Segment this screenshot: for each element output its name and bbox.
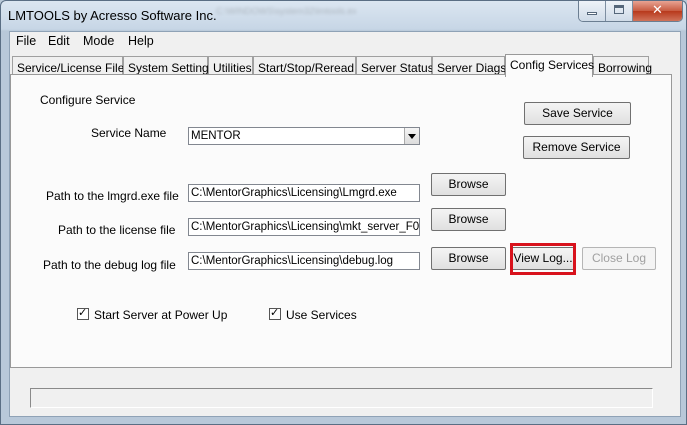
- minimize-icon: [587, 12, 597, 15]
- lmgrd-path-label: Path to the lmgrd.exe file: [46, 189, 179, 203]
- save-service-button[interactable]: Save Service: [524, 102, 631, 125]
- menu-bar: File Edit Mode Help: [10, 32, 680, 51]
- window-title: LMTOOLS by Acresso Software Inc.: [8, 8, 217, 23]
- browse-license-button[interactable]: Browse: [431, 208, 506, 231]
- lmtools-window: LMTOOLS by Acresso Software Inc. C:\WIND…: [0, 0, 687, 425]
- tab-service-license-file[interactable]: Service/License File: [12, 56, 124, 75]
- use-services-checkbox[interactable]: ✓: [269, 306, 281, 320]
- tab-strip: Service/License File System Settings Uti…: [10, 54, 680, 77]
- debug-log-path-input[interactable]: C:\MentorGraphics\Licensing\debug.log: [188, 252, 420, 270]
- tab-start-stop-reread[interactable]: Start/Stop/Reread: [253, 56, 356, 75]
- menu-mode[interactable]: Mode: [83, 34, 114, 48]
- license-path-label: Path to the license file: [58, 223, 176, 237]
- close-log-button: Close Log: [582, 247, 656, 270]
- close-icon: ✕: [652, 3, 663, 18]
- tab-utilities[interactable]: Utilities: [208, 56, 253, 75]
- chevron-down-icon: [408, 134, 416, 139]
- service-name-value: MENTOR: [191, 130, 241, 142]
- menu-file[interactable]: File: [16, 34, 36, 48]
- tab-borrowing[interactable]: Borrowing: [593, 56, 652, 75]
- tab-system-settings[interactable]: System Settings: [123, 56, 215, 75]
- menu-help[interactable]: Help: [128, 34, 154, 48]
- browse-lmgrd-button[interactable]: Browse: [431, 173, 506, 196]
- minimize-button[interactable]: [579, 1, 606, 21]
- license-path-input[interactable]: C:\MentorGraphics\Licensing\mkt_server_F…: [188, 218, 420, 236]
- maximize-icon: [614, 5, 624, 14]
- debug-log-path-label: Path to the debug log file: [43, 258, 176, 272]
- browse-debug-log-button[interactable]: Browse: [431, 247, 506, 270]
- start-server-checkbox[interactable]: ✓: [77, 306, 89, 320]
- configure-service-heading: Configure Service: [40, 93, 136, 107]
- tab-config-services[interactable]: Config Services: [505, 54, 594, 77]
- menu-edit[interactable]: Edit: [48, 34, 70, 48]
- start-server-label: Start Server at Power Up: [94, 308, 228, 322]
- view-log-highlight-box: [510, 243, 576, 275]
- title-overlay-text: C:\WINDOWS\system32\lmtools.exe: [216, 6, 356, 16]
- maximize-button[interactable]: [606, 1, 633, 21]
- use-services-label: Use Services: [286, 308, 357, 322]
- close-button[interactable]: ✕: [633, 1, 682, 21]
- checkmark-icon: ✓: [270, 306, 280, 319]
- tab-server-status[interactable]: Server Status: [356, 56, 434, 75]
- caption-buttons: ✕: [578, 1, 683, 22]
- service-name-combo[interactable]: MENTOR: [188, 127, 420, 145]
- remove-service-button[interactable]: Remove Service: [523, 136, 630, 159]
- lmgrd-path-input[interactable]: C:\MentorGraphics\Licensing\Lmgrd.exe: [188, 184, 420, 202]
- title-bar[interactable]: LMTOOLS by Acresso Software Inc. C:\WIND…: [1, 1, 686, 31]
- tab-server-diags[interactable]: Server Diags: [432, 56, 506, 75]
- combo-dropdown-button[interactable]: [404, 128, 419, 144]
- checkmark-icon: ✓: [78, 306, 88, 319]
- service-name-label: Service Name: [91, 126, 167, 140]
- status-bar: [30, 388, 653, 408]
